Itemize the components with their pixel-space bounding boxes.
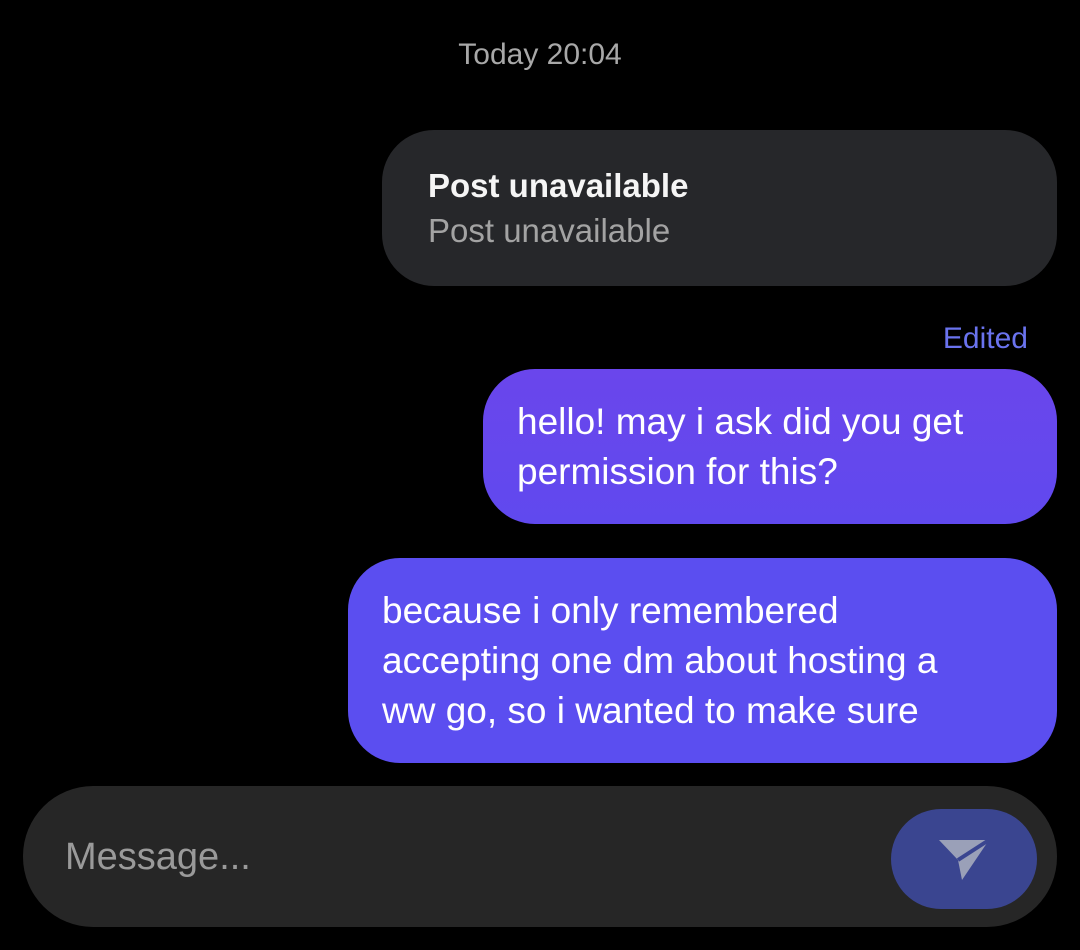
sent-message-bubble[interactable]: hello! may i ask did you get permission … [483,369,1057,524]
shared-post-subtitle: Post unavailable [428,212,671,249]
message-composer [23,786,1057,927]
send-icon [939,838,991,880]
edited-label: Edited [942,322,1028,355]
thread-timestamp: Today 20:04 [458,38,622,71]
message-input[interactable] [63,818,847,896]
shared-post-card[interactable]: Post unavailable Post unavailable [382,130,1057,286]
shared-post-title: Post unavailable [428,167,689,204]
sent-message-bubble[interactable]: because i only remembered accepting one … [348,558,1057,763]
send-button[interactable] [891,809,1037,909]
